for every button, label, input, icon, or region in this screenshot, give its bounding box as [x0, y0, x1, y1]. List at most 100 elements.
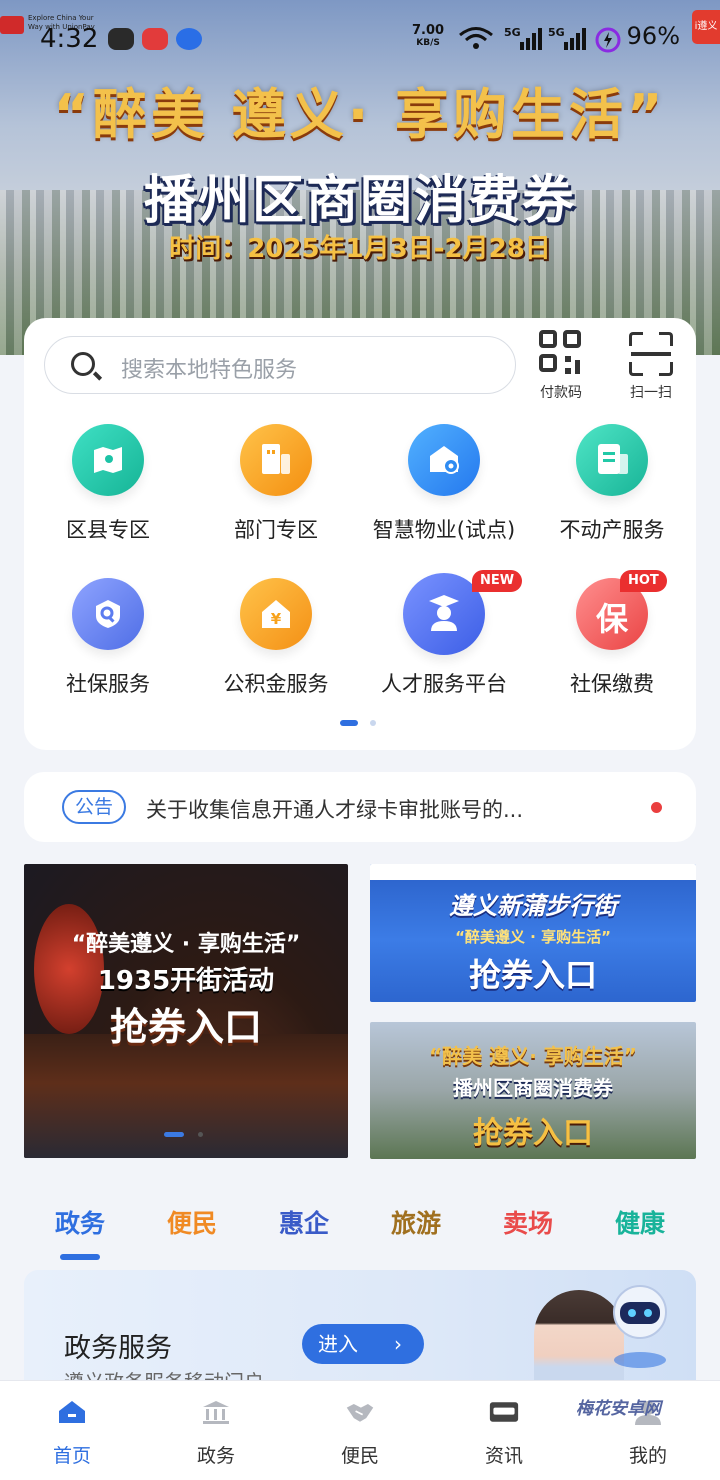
- payment-code-button[interactable]: 付款码: [526, 330, 596, 402]
- service-talent-platform[interactable]: NEW 人才服务平台: [360, 570, 528, 698]
- hero-title: 播州区商圈消费券: [143, 171, 576, 231]
- nav-label: 我的: [628, 1445, 667, 1467]
- service-card: 搜索本地特色服务 付款码 扫一扫 区县专区 部门专区 智慧物业(试点) 不动产服…: [24, 318, 696, 750]
- government-icon: [203, 1401, 229, 1424]
- service-label: 人才服务平台: [381, 672, 507, 696]
- signal-label-1: 5G: [504, 26, 521, 39]
- nav-label: 首页: [52, 1445, 91, 1467]
- handshake-icon: [346, 1404, 374, 1422]
- nav-label: 政务: [196, 1445, 235, 1467]
- service-smart-property[interactable]: 智慧物业(试点): [360, 424, 528, 544]
- banner-header-strip: [370, 864, 696, 880]
- housing-fund-icon: ¥: [240, 578, 312, 650]
- banner-street-title: 遵义新蒲步行街: [449, 892, 617, 920]
- scan-label: 扫一扫: [630, 385, 672, 401]
- tab-convenience[interactable]: 便民: [136, 1204, 248, 1240]
- tab-tourism[interactable]: 旅游: [360, 1204, 472, 1240]
- panel-title: 政务服务: [64, 1333, 172, 1364]
- service-label: 社保服务: [66, 672, 150, 696]
- promo-banner-xinpu[interactable]: 遵义新蒲步行街 “醉美遵义 · 享购生活” 抢券入口: [370, 864, 696, 1002]
- search-placeholder: 搜索本地特色服务: [121, 358, 298, 383]
- app-notification-icon: [108, 28, 134, 50]
- nav-label: 资讯: [484, 1445, 523, 1467]
- banner-cta: 抢券入口: [468, 956, 597, 994]
- notice-bar[interactable]: 公告 关于收集信息开通人才绿卡审批账号的...: [24, 772, 696, 842]
- service-housing-fund[interactable]: ¥ 公积金服务: [192, 578, 360, 698]
- building-icon: [240, 424, 312, 496]
- smart-property-icon: [408, 424, 480, 496]
- enter-button[interactable]: 进入 ›: [302, 1324, 424, 1364]
- chevron-right-icon: ›: [394, 1332, 402, 1356]
- unionpay-logo: [0, 16, 24, 34]
- banner-slogan: “醉美遵义 · 享购生活”: [455, 928, 611, 946]
- tab-government[interactable]: 政务: [24, 1204, 136, 1240]
- page-dot-active: [340, 720, 358, 726]
- net-speed: 7.00 KB/S: [412, 23, 445, 48]
- status-bar: Explore China Your Way with UnionPay 4:3…: [0, 0, 720, 76]
- tab-enterprise[interactable]: 惠企: [248, 1204, 360, 1240]
- battery-percent: 96%: [626, 22, 680, 50]
- notice-text: 关于收集信息开通人才绿卡审批账号的...: [146, 798, 524, 822]
- banner-slogan: “醉美遵义 · 享购生活”: [71, 932, 301, 957]
- battery-charging-icon: [595, 27, 621, 53]
- notice-label: 公告: [62, 790, 126, 824]
- shopping-notification-icon: [142, 28, 168, 50]
- page-dot: [370, 720, 376, 726]
- banner-event: 1935开街活动: [97, 966, 275, 996]
- scan-icon: [627, 330, 675, 378]
- street-scene: [24, 1034, 348, 1158]
- service-county-zone[interactable]: 区县专区: [24, 424, 192, 544]
- nav-government[interactable]: 政务: [144, 1381, 288, 1468]
- unread-dot: [651, 802, 662, 813]
- service-department-zone[interactable]: 部门专区: [192, 424, 360, 544]
- banner-cta: 抢券入口: [109, 1005, 262, 1049]
- hot-badge: HOT: [620, 570, 667, 592]
- tab-indicator: [60, 1254, 100, 1260]
- news-icon: [489, 1402, 519, 1422]
- new-badge: NEW: [472, 570, 523, 592]
- status-time: 4:32: [40, 24, 99, 54]
- signal-label-2: 5G: [548, 26, 565, 39]
- scan-button[interactable]: 扫一扫: [616, 330, 686, 402]
- search-icon: [71, 352, 95, 376]
- svg-text:¥: ¥: [271, 610, 282, 628]
- service-real-estate[interactable]: 不动产服务: [528, 424, 696, 544]
- service-label: 区县专区: [66, 518, 150, 542]
- banner-cta: 抢券入口: [473, 1116, 593, 1151]
- service-label: 不动产服务: [559, 518, 665, 542]
- watermark: 梅花安卓网: [576, 1399, 661, 1419]
- banner-slogan: “醉美 遵义· 享购生活”: [429, 1044, 637, 1068]
- nav-home[interactable]: 首页: [0, 1381, 144, 1468]
- signal-bars-2-icon: [564, 28, 586, 50]
- banner-title: 播州区商圈消费券: [453, 1076, 613, 1100]
- nav-news[interactable]: 资讯: [432, 1381, 576, 1468]
- qr-code-icon: [537, 330, 585, 378]
- wifi-icon: [459, 27, 493, 49]
- category-tabs: 政务 便民 惠企 旅游 卖场 健康: [24, 1204, 696, 1264]
- i-zunyi-badge[interactable]: i遵义: [692, 10, 720, 44]
- service-insurance-payment[interactable]: 保 HOT 社保缴费: [528, 570, 696, 698]
- robot-mascot-icon: [613, 1285, 667, 1368]
- promo-banner-bozhou[interactable]: “醉美 遵义· 享购生活” 播州区商圈消费券 抢券入口: [370, 1022, 696, 1159]
- signal-bars-1-icon: [520, 28, 542, 50]
- social-security-icon: [72, 578, 144, 650]
- promo-banner-1935[interactable]: “醉美遵义 · 享购生活” 1935开街活动 抢券入口: [24, 864, 348, 1158]
- bot-notification-icon: [176, 28, 202, 50]
- hero-period: 时间：2025年1月3日-2月28日: [169, 234, 551, 264]
- service-social-security[interactable]: 社保服务: [24, 578, 192, 698]
- banner-dot-active: [164, 1132, 184, 1137]
- banner-dot: [198, 1132, 203, 1137]
- service-label: 部门专区: [234, 518, 318, 542]
- home-icon: [59, 1401, 85, 1423]
- tab-mall[interactable]: 卖场: [472, 1204, 584, 1240]
- service-label: 社保缴费: [570, 672, 654, 696]
- search-input[interactable]: 搜索本地特色服务: [44, 336, 516, 394]
- service-label: 智慧物业(试点): [372, 518, 516, 542]
- real-estate-icon: [576, 424, 648, 496]
- tab-health[interactable]: 健康: [584, 1204, 696, 1240]
- nav-label: 便民: [340, 1445, 379, 1467]
- map-icon: [72, 424, 144, 496]
- nav-convenience[interactable]: 便民: [288, 1381, 432, 1468]
- insurance-glyph: 保: [595, 600, 628, 638]
- hero-slogan: “醉美 遵义· 享购生活”: [53, 83, 667, 146]
